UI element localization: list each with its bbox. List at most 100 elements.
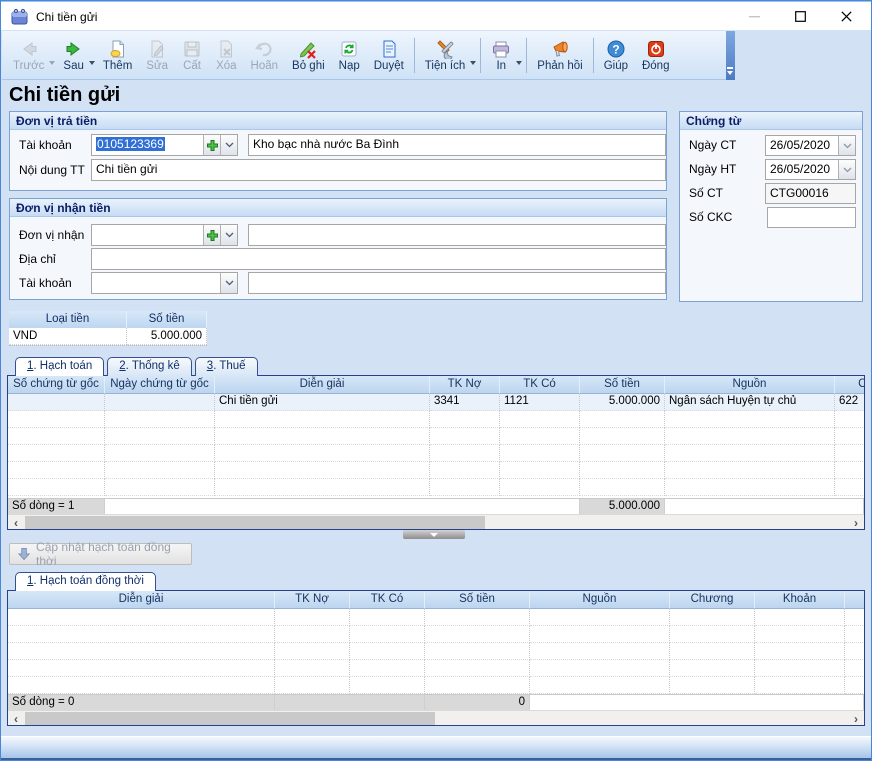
payer-account-dropdown-button[interactable] <box>220 135 237 155</box>
toolbar-button-help[interactable]: ?Giúp <box>597 38 635 74</box>
chevron-down-icon[interactable] <box>470 61 476 65</box>
receiver-name-field[interactable] <box>248 224 666 246</box>
payer-content-field[interactable]: Chi tiền gửi <box>91 159 666 181</box>
accounting-grid: Số chứng từ gốcNgày chứng từ gốcDiễn giả… <box>7 375 865 530</box>
grid2-hscrollbar[interactable]: ‹ › <box>8 710 864 725</box>
scroll-right-icon[interactable]: › <box>848 711 864 726</box>
toolbar-button-reload[interactable]: Nạp <box>332 38 367 74</box>
grid1-hscrollbar[interactable]: ‹ › <box>8 514 864 529</box>
grid-cell <box>500 479 580 496</box>
minimize-button <box>731 2 777 31</box>
maximize-button[interactable] <box>777 2 823 31</box>
toolbar-button-label: Sau <box>63 60 83 72</box>
chevron-down-icon <box>49 61 55 65</box>
tab-secondary-1[interactable]: 1. Hạch toán đồng thời <box>15 572 156 591</box>
maximize-icon <box>795 11 806 22</box>
grid-cell <box>430 462 500 479</box>
toolbar-button-approve[interactable]: Duyệt <box>367 38 411 74</box>
scroll-left-icon[interactable]: ‹ <box>8 515 24 530</box>
voucher-ckc-field[interactable] <box>767 207 856 228</box>
payer-account-label: Tài khoản <box>19 138 72 152</box>
tab-main-3[interactable]: 3. Thuế <box>195 357 258 376</box>
chevron-down-icon <box>225 280 234 286</box>
receiver-group-title: Đơn vị nhận tiền <box>10 199 666 217</box>
scroll-right-icon[interactable]: › <box>848 515 864 530</box>
grid-cell <box>835 462 864 479</box>
grid-cell[interactable]: 1121 <box>500 394 580 411</box>
splitter-handle[interactable] <box>403 530 465 539</box>
grid-cell[interactable] <box>8 394 105 411</box>
window-title: Chi tiền gửi <box>36 10 97 24</box>
date-ht-dropdown-button[interactable] <box>838 160 855 179</box>
grid-cell[interactable]: 3341 <box>430 394 500 411</box>
currency-header: Loại tiền <box>9 311 127 328</box>
toolbar-button-forward[interactable]: Sau <box>56 38 90 74</box>
scroll-thumb[interactable] <box>25 712 435 725</box>
scroll-left-icon[interactable]: ‹ <box>8 711 24 726</box>
grid-cell <box>530 626 670 643</box>
grid-cell[interactable]: 5.000.000 <box>580 394 665 411</box>
grid-footer-filler <box>530 695 864 710</box>
chevron-down-icon[interactable] <box>516 61 522 65</box>
receiver-unit-dropdown-button[interactable] <box>220 225 237 245</box>
voucher-date-ht-label: Ngày HT <box>689 162 736 176</box>
grid-cell <box>665 462 835 479</box>
toolbar-button-close-app[interactable]: Đóng <box>635 38 677 74</box>
toolbar-button-utilities[interactable]: Tiện ích <box>418 38 472 74</box>
grid-row <box>8 462 864 479</box>
chevron-down-icon <box>843 143 852 149</box>
voucher-number-label: Số CT <box>689 186 723 200</box>
tab-main-2[interactable]: 2. Thống kê <box>107 357 192 376</box>
receiver-unit-combo[interactable] <box>91 224 238 246</box>
status-bar <box>1 736 871 760</box>
grid-cell <box>665 445 835 462</box>
amount-cell[interactable]: 5.000.000 <box>127 328 207 345</box>
grid-cell <box>425 643 530 660</box>
grid-header-cell: Số tiền <box>580 376 665 394</box>
receiver-bank-field[interactable] <box>248 272 666 294</box>
grid-cell[interactable] <box>105 394 215 411</box>
add-receiver-button[interactable] <box>203 225 220 245</box>
grid-cell <box>350 660 425 677</box>
receiver-account-combo[interactable] <box>91 272 238 294</box>
toolbar-overflow-button[interactable] <box>726 31 735 80</box>
voucher-date-ht-field[interactable]: 26/05/2020 <box>765 159 856 180</box>
voucher-date-ct-field[interactable]: 26/05/2020 <box>765 135 856 156</box>
scroll-thumb[interactable] <box>25 516 485 529</box>
save-icon <box>182 39 202 59</box>
grid-cell[interactable]: Ngân sách Huyện tự chủ <box>665 394 835 411</box>
payer-account-name-field[interactable]: Kho bạc nhà nước Ba Đình <box>248 134 666 156</box>
utilities-icon <box>435 39 455 59</box>
chevron-down-icon[interactable] <box>89 61 95 65</box>
tab-main-1[interactable]: 1. Hạch toán <box>15 357 104 376</box>
down-arrow-icon <box>18 547 30 561</box>
grid-row <box>8 479 864 496</box>
toolbar-button-feedback[interactable]: Phản hồi <box>530 38 589 74</box>
add-account-button[interactable] <box>203 135 220 155</box>
currency-code-cell[interactable]: VND <box>9 328 127 345</box>
toolbar-separator <box>480 38 481 73</box>
date-ct-dropdown-button[interactable] <box>838 136 855 155</box>
voucher-number-field[interactable]: CTG00016 <box>765 183 856 204</box>
grid-cell <box>105 479 215 496</box>
toolbar-button-add[interactable]: Thêm <box>96 38 139 74</box>
grid-row: Chi tiền gửi334111215.000.000Ngân sách H… <box>8 394 864 411</box>
grid-cell[interactable]: 622 <box>835 394 864 411</box>
toolbar-button-label: Giúp <box>604 60 628 72</box>
payer-account-value: 0105123369 <box>96 137 165 151</box>
payer-account-combo[interactable]: 0105123369 <box>91 134 238 156</box>
grid-row <box>8 445 864 462</box>
toolbar-button-unpost[interactable]: Bỏ ghi <box>285 38 332 74</box>
minimize-icon <box>749 11 760 22</box>
edit-icon <box>147 39 167 59</box>
grid-cell <box>275 609 350 626</box>
toolbar-button-print[interactable]: In <box>484 38 518 74</box>
close-button[interactable] <box>823 2 869 31</box>
receiver-address-field[interactable] <box>91 248 666 270</box>
payer-content-label: Nội dung TT <box>19 163 85 177</box>
receiver-account-dropdown-button[interactable] <box>220 273 237 293</box>
grid-cell[interactable]: Chi tiền gửi <box>215 394 430 411</box>
grid-cell <box>755 626 845 643</box>
approve-icon <box>379 39 399 59</box>
toolbar-separator <box>526 38 527 73</box>
